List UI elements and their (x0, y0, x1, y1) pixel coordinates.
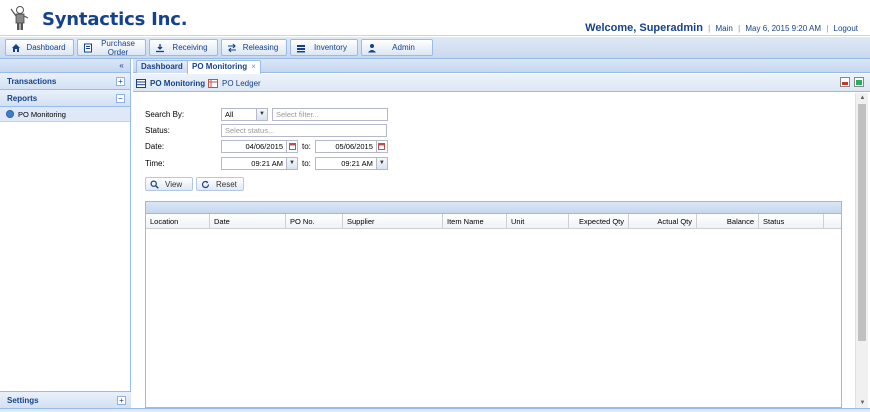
results-grid: Location Date PO No. Supplier Item Name … (145, 201, 842, 408)
report-subtabs: PO Monitoring PO Ledger (133, 74, 870, 92)
chevron-down-icon[interactable]: ▼ (376, 156, 388, 170)
chevron-down-icon[interactable]: ▼ (287, 156, 298, 170)
chevron-down-icon[interactable]: ▼ (257, 107, 268, 121)
stack-icon (294, 41, 308, 54)
logo-icon (10, 6, 29, 30)
pdf-export-icon[interactable] (840, 77, 850, 87)
calendar-icon[interactable] (287, 139, 298, 153)
tab-dashboard[interactable]: Dashboard (136, 60, 188, 73)
section-reports[interactable]: Reports − (0, 90, 130, 107)
logout-link[interactable]: Logout (834, 24, 858, 33)
nav-receiving-button[interactable]: Receiving (149, 39, 218, 56)
transfer-icon (225, 41, 239, 54)
calendar-icon[interactable] (376, 139, 388, 153)
home-icon (9, 41, 23, 54)
nav-releasing-button[interactable]: Releasing (221, 39, 287, 56)
column-header-date[interactable]: Date (210, 214, 286, 228)
collapse-sidebar-button[interactable]: « (116, 61, 127, 71)
subtab-po-ledger[interactable]: PO Ledger (208, 77, 261, 89)
sidebar-item-po-monitoring[interactable]: PO Monitoring (0, 107, 130, 122)
refresh-icon (200, 179, 211, 189)
vertical-scrollbar[interactable]: ▲ ▼ (855, 93, 868, 408)
nav-purchase-order-button[interactable]: Purchase Order (77, 39, 146, 57)
scroll-up-icon[interactable]: ▲ (856, 93, 869, 103)
grid-title-bar (146, 202, 841, 214)
reset-button[interactable]: Reset (196, 177, 244, 191)
column-header-actual-qty[interactable]: Actual Qty (629, 214, 697, 228)
sidebar: « Transactions + Reports − PO Monitoring… (0, 59, 131, 408)
subtab-po-monitoring[interactable]: PO Monitoring (136, 77, 205, 89)
brand-title: Syntactics Inc. (42, 9, 188, 30)
report-content: Search By: All ▼ Select filter... Status… (133, 93, 855, 408)
column-header-spacer (824, 214, 841, 228)
document-icon (81, 41, 95, 54)
column-header-item-name[interactable]: Item Name (443, 214, 507, 228)
filter-input[interactable]: Select filter... (272, 107, 388, 121)
close-tab-icon[interactable]: × (251, 62, 256, 71)
date-row: Date: 04/06/2015 to: 05/06/2015 (145, 139, 388, 153)
table-icon (136, 78, 146, 88)
main-nav: Dashboard Purchase Order Receiving Relea… (0, 37, 870, 59)
column-header-unit[interactable]: Unit (507, 214, 569, 228)
ledger-icon (208, 78, 218, 88)
excel-export-icon[interactable] (854, 77, 864, 87)
scroll-down-icon[interactable]: ▼ (856, 398, 869, 408)
column-header-supplier[interactable]: Supplier (343, 214, 443, 228)
export-tools (840, 77, 864, 87)
welcome-text: Welcome, Superadmin (585, 22, 703, 34)
main-link[interactable]: Main (715, 24, 732, 33)
sidebar-header: « (0, 59, 130, 73)
main-tabbar: Dashboard PO Monitoring × (133, 59, 870, 74)
grid-header-row: Location Date PO No. Supplier Item Name … (146, 214, 841, 229)
section-settings[interactable]: Settings + (0, 391, 131, 408)
nav-dashboard-button[interactable]: Dashboard (5, 39, 74, 56)
date-to-field[interactable]: 05/06/2015 (314, 139, 377, 153)
download-icon (153, 41, 167, 54)
status-input[interactable]: Select status... (221, 123, 387, 137)
app-header: Syntactics Inc. Welcome, Superadmin | Ma… (0, 0, 870, 36)
time-row: Time: 09:21 AM ▼ to: 09:21 AM ▼ (145, 156, 388, 170)
search-icon (149, 179, 160, 189)
user-icon (365, 41, 379, 54)
section-transactions[interactable]: Transactions + (0, 73, 130, 90)
column-header-location[interactable]: Location (146, 214, 210, 228)
expand-icon[interactable]: + (117, 396, 126, 405)
column-header-status[interactable]: Status (759, 214, 824, 228)
status-row: Status: Select status... (145, 123, 387, 137)
bottom-border (0, 408, 870, 412)
search-by-row: Search By: All ▼ Select filter... (145, 107, 388, 121)
search-by-select[interactable]: All (221, 107, 257, 121)
column-header-expected-qty[interactable]: Expected Qty (569, 214, 629, 228)
column-header-po-no[interactable]: PO No. (286, 214, 343, 228)
nav-admin-button[interactable]: Admin (361, 39, 433, 56)
view-button[interactable]: View (145, 177, 193, 191)
time-from-field[interactable]: 09:21 AM (221, 156, 287, 170)
scroll-thumb[interactable] (858, 104, 866, 341)
tab-po-monitoring[interactable]: PO Monitoring × (187, 60, 261, 74)
column-header-balance[interactable]: Balance (697, 214, 759, 228)
user-bar: Welcome, Superadmin | Main | May 6, 2015… (585, 22, 858, 34)
collapse-icon[interactable]: − (116, 94, 125, 103)
time-to-field[interactable]: 09:21 AM (314, 156, 377, 170)
expand-icon[interactable]: + (116, 77, 125, 86)
nav-inventory-button[interactable]: Inventory (290, 39, 358, 56)
date-from-field[interactable]: 04/06/2015 (221, 139, 287, 153)
datetime-text: May 6, 2015 9:20 AM (745, 24, 821, 33)
report-icon (6, 110, 14, 118)
